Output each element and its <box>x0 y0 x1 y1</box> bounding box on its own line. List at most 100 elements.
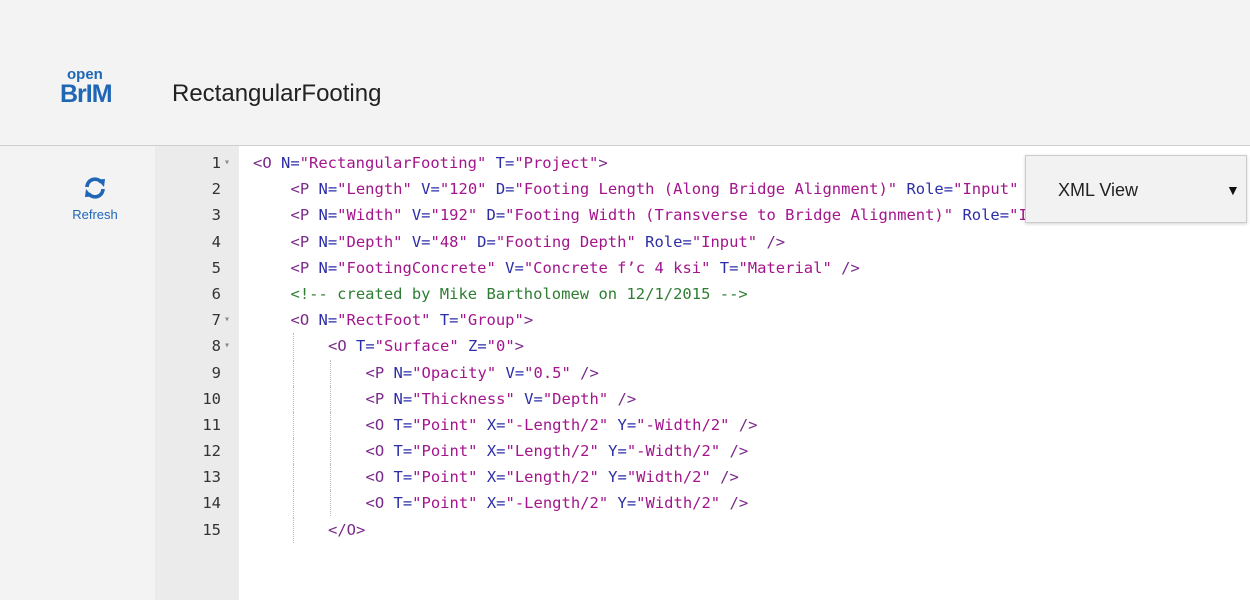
code-token: V= <box>514 389 543 408</box>
code-content: <O T="Point" X="Length/2" Y="Width/2" /> <box>366 464 739 490</box>
indent-guide <box>292 516 294 543</box>
page-title: RectangularFooting <box>172 80 382 107</box>
view-mode-selected: XML View <box>1058 180 1139 200</box>
line-number: 10 <box>202 389 221 408</box>
code-token: "-Width/2" <box>636 415 730 434</box>
code-line[interactable]: 10 <P N="Thickness" V="Depth" /> <box>155 385 1250 412</box>
code-line[interactable]: 4 <P N="Depth" V="48" D="Footing Depth" R… <box>155 229 1250 255</box>
code-token: > <box>514 337 525 356</box>
code-token: Role= <box>897 180 954 199</box>
code-line[interactable]: 15 </O> <box>155 516 1250 543</box>
code-token: "Footing Length (Along Bridge Alignment)… <box>514 180 898 199</box>
code-token: "Footing Width (Transverse to Bridge Ali… <box>505 206 954 225</box>
code-token: T= <box>430 311 459 330</box>
code-token: "Depth" <box>337 232 403 251</box>
code-token: N= <box>393 363 413 382</box>
code-token: <O <box>290 311 319 330</box>
code-token: N= <box>393 389 413 408</box>
code-token: N= <box>318 311 338 330</box>
code-token: "Thickness" <box>412 389 515 408</box>
code-token: "120" <box>439 180 487 199</box>
code-token: /> <box>729 415 758 434</box>
code-token: D= <box>467 232 496 251</box>
line-number: 4 <box>211 232 221 251</box>
code-content: <O T="Point" X="Length/2" Y="-Width/2" /… <box>366 438 749 464</box>
code-token: "FootingConcrete" <box>337 258 496 277</box>
code-content: <!-- created by Mike Bartholomew on 12/1… <box>291 281 748 307</box>
app-header: open BrIM RectangularFooting <box>0 0 1250 146</box>
code-content: <P N="Length" V="120" D="Footing Length … <box>291 176 1047 202</box>
code-token: "Point" <box>412 415 478 434</box>
chevron-down-icon: ▼ <box>1226 182 1240 198</box>
code-token: "Width" <box>337 206 403 225</box>
code-content: <O N="RectFoot" T="Group"> <box>291 307 534 333</box>
code-line[interactable]: 6 <!-- created by Mike Bartholomew on 12/… <box>155 281 1250 307</box>
code-token: <P <box>365 363 394 382</box>
code-token: T= <box>710 258 739 277</box>
code-content: <P N="Depth" V="48" D="Footing Depth" Ro… <box>291 229 786 255</box>
code-content: <P N="FootingConcrete" V="Concrete f’c 4… <box>291 255 860 281</box>
line-number: 11 <box>202 415 221 434</box>
code-content: <P N="Thickness" V="Depth" /> <box>366 386 637 412</box>
code-token: <O <box>365 468 394 487</box>
code-token: /> <box>720 442 749 461</box>
code-token: <O <box>365 442 394 461</box>
code-token: "Project" <box>514 154 599 172</box>
indent-guide <box>330 385 331 412</box>
code-line[interactable]: 9 <P N="Opacity" V="0.5" /> <box>155 359 1250 386</box>
code-token: > <box>598 154 608 172</box>
refresh-button[interactable]: Refresh <box>55 176 135 224</box>
code-line[interactable]: 8 ▾ <O T="Surface" Z="0"> <box>155 333 1250 360</box>
code-token: "RectangularFooting" <box>299 154 487 172</box>
fold-toggle-icon[interactable]: ▾ <box>224 307 230 333</box>
code-token: Y= <box>608 494 637 513</box>
code-token: "RectFoot" <box>337 311 431 330</box>
code-line[interactable]: 11 <O T="Point" X="-Length/2" Y="-Width/2… <box>155 411 1250 438</box>
code-token: "Opacity" <box>412 363 497 382</box>
line-number: 5 <box>211 258 221 277</box>
code-line[interactable]: 13 <O T="Point" X="Length/2" Y="Width/2" … <box>155 464 1250 491</box>
code-content: <O N="RectangularFooting" T="Project"> <box>253 150 608 176</box>
code-token: V= <box>411 180 440 199</box>
code-token: /> <box>720 494 749 513</box>
code-token: T= <box>486 154 515 172</box>
code-token: "48" <box>430 232 468 251</box>
indent-guide <box>330 359 331 386</box>
code-content: <P N="Width" V="192" D="Footing Width (T… <box>291 202 1103 228</box>
code-line[interactable]: 14 <O T="Point" X="-Length/2" Y="Width/2"… <box>155 490 1250 517</box>
code-line[interactable]: 12 <O T="Point" X="Length/2" Y="-Width/2"… <box>155 438 1250 465</box>
line-number: 13 <box>202 468 221 487</box>
indent-guide <box>330 490 331 517</box>
code-content: </O> <box>328 517 365 543</box>
refresh-icon <box>85 177 105 199</box>
code-token: X= <box>477 442 506 461</box>
code-token: X= <box>477 468 506 487</box>
code-line[interactable]: 5 <P N="FootingConcrete" V="Concrete f’c … <box>155 255 1250 281</box>
code-token: <P <box>290 206 319 225</box>
code-token: > <box>523 311 534 330</box>
code-token: <P <box>290 232 319 251</box>
line-number: 3 <box>211 206 221 225</box>
fold-toggle-icon[interactable]: ▾ <box>224 150 230 176</box>
refresh-label: Refresh <box>72 207 118 222</box>
code-token: "Material" <box>738 258 832 277</box>
code-token: N= <box>318 258 338 277</box>
code-token: /> <box>608 389 637 408</box>
code-token: "Concrete f’c 4 ksi" <box>523 258 711 277</box>
view-mode-select[interactable]: XML View ▼ <box>1025 155 1247 223</box>
code-token: "Input" <box>691 232 758 251</box>
code-token: N= <box>281 154 300 172</box>
fold-toggle-icon[interactable]: ▾ <box>224 333 230 359</box>
code-token: /> <box>570 363 599 382</box>
code-token: T= <box>393 415 413 434</box>
code-line[interactable]: 7 ▾ <O N="RectFoot" T="Group"> <box>155 307 1250 333</box>
code-token: "Input" <box>953 180 1019 199</box>
code-token: <O <box>365 494 394 513</box>
line-number: 8 <box>211 337 221 356</box>
code-token: "Width/2" <box>636 494 721 513</box>
openbrim-logo[interactable]: open BrIM <box>60 67 132 107</box>
code-token: <!-- created by Mike Bartholomew on 12/1… <box>290 284 748 303</box>
code-content: <O T="Point" X="-Length/2" Y="-Width/2" … <box>366 412 758 438</box>
code-token: T= <box>393 494 413 513</box>
code-token: D= <box>477 206 506 225</box>
